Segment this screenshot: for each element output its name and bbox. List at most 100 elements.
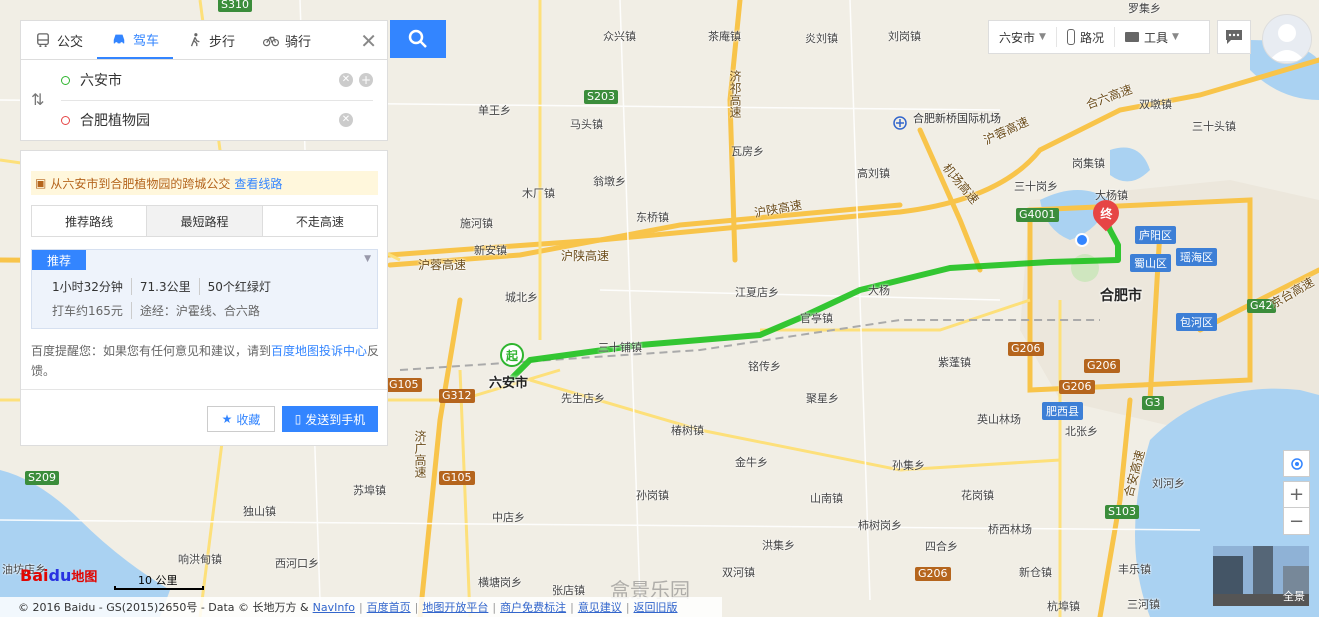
city-selector[interactable]: 六安市 ▼ [989, 27, 1057, 47]
map-place: 新仓镇 [1019, 566, 1052, 579]
tab-walk-label: 步行 [209, 34, 236, 50]
complaint-center-link[interactable]: 百度地图投诉中心 [271, 344, 367, 358]
bike-icon [263, 36, 280, 47]
map-place: 刘岗镇 [888, 30, 921, 43]
tools-label: 工具 [1143, 30, 1168, 45]
route-result-card: ▣ 从六安市到合肥植物园的跨城公交 查看线路 推荐路线 最短路程 不走高速 推荐… [20, 150, 388, 446]
old-version-link[interactable]: 返回旧版 [634, 599, 678, 615]
tab-no-highway[interactable]: 不走高速 [263, 206, 377, 236]
clear-start-icon[interactable]: ✕ [339, 73, 353, 87]
end-row: 合肥植物园 ✕ [61, 100, 373, 140]
district-luyang: 庐阳区 [1135, 226, 1176, 244]
map-place: 木厂镇 [522, 187, 555, 200]
panorama-label: 全景 [1283, 590, 1305, 603]
chevron-down-icon: ▼ [1039, 32, 1046, 42]
baidu-home-link[interactable]: 百度首页 [367, 599, 411, 615]
tools-menu[interactable]: 工具 ▼ [1115, 27, 1189, 47]
search-button[interactable] [390, 20, 446, 58]
recommended-badge: 推荐 [32, 250, 86, 270]
highway-shield: G206 [1008, 342, 1044, 356]
district-baohe: 包河区 [1176, 313, 1217, 331]
tab-walk[interactable]: 步行 [173, 21, 249, 59]
route-sub: 打车约165元 途经：沪霍线、合六路 [52, 302, 268, 319]
route-summary[interactable]: 推荐 ▼ 1小时32分钟 71.3公里 50个红绿灯 打车约165元 途经：沪霍… [31, 249, 378, 329]
zoom-in-button[interactable]: + [1283, 481, 1310, 508]
map-place: 中店乡 [492, 511, 525, 524]
road-name: 沪陕高速 [561, 249, 610, 263]
zoom-out-button[interactable]: − [1283, 508, 1310, 535]
view-lines-link[interactable]: 查看线路 [234, 175, 282, 192]
map-place: 新安镇 [474, 244, 507, 257]
footer: © 2016 Baidu - GS(2015)2650号 - Data © 长地… [0, 597, 722, 617]
start-marker[interactable]: 起 [500, 343, 524, 367]
bus-tip-text: 从六安市到合肥植物园的跨城公交 [50, 176, 231, 191]
highway-shield: G206 [1059, 380, 1095, 394]
map-place: 紫蓬镇 [938, 356, 971, 369]
map-place: 三十头镇 [1192, 120, 1236, 133]
tab-bus[interactable]: 公交 [21, 21, 97, 59]
end-input[interactable]: 合肥植物园 [80, 110, 333, 130]
favorite-button[interactable]: ★ 收藏 [207, 406, 275, 432]
start-input[interactable]: 六安市 [80, 70, 333, 90]
open-platform-link[interactable]: 地图开放平台 [422, 599, 488, 615]
tab-car[interactable]: 驾车 [97, 21, 174, 59]
map-place: 瓦房乡 [731, 145, 764, 158]
navinfo-link[interactable]: NavInfo [313, 601, 355, 614]
tab-car-label: 驾车 [133, 33, 160, 49]
avatar[interactable] [1262, 14, 1312, 64]
district-shushan: 蜀山区 [1130, 254, 1171, 272]
highway-shield: G312 [439, 389, 475, 403]
map-place: 双河镇 [722, 566, 755, 579]
car-icon [113, 34, 125, 45]
route-via: 途经：沪霍线、合六路 [130, 302, 268, 319]
logo-map: 地图 [71, 570, 98, 585]
map-place: 柿树岗乡 [858, 519, 902, 532]
swap-icon[interactable]: ⇅ [31, 90, 44, 109]
route-time: 1小时32分钟 [52, 280, 123, 294]
panorama-thumbnail[interactable]: 全景 [1213, 546, 1309, 606]
locate-button[interactable] [1283, 450, 1310, 477]
end-marker-label: 终 [1099, 206, 1113, 221]
map-place: 马头镇 [570, 118, 603, 131]
bus-icon [37, 33, 49, 47]
expand-icon[interactable]: ▼ [364, 254, 371, 264]
highway-shield: S310 [218, 0, 252, 12]
logo-bai: Bai [20, 566, 49, 585]
map-place: 花岗镇 [961, 489, 994, 502]
map-place: 三十铺镇 [598, 341, 642, 354]
add-waypoint-icon[interactable]: + [359, 73, 373, 87]
bus-tip: ▣ 从六安市到合肥植物园的跨城公交 查看线路 [31, 171, 378, 195]
map-place: 三十岗乡 [1014, 180, 1058, 193]
district-feixi: 肥西县 [1042, 402, 1083, 420]
district-yaohai: 瑶海区 [1176, 248, 1217, 266]
merchant-link[interactable]: 商户免费标注 [500, 599, 566, 615]
map-place: 官亭镇 [800, 312, 833, 325]
clear-end-icon[interactable]: ✕ [339, 113, 353, 127]
feedback-link[interactable]: 意见建议 [578, 599, 622, 615]
highway-shield: G4001 [1016, 208, 1059, 222]
map-place: 双墩镇 [1139, 98, 1172, 111]
city-label: 六安市 [999, 30, 1036, 45]
traffic-light-icon [1066, 29, 1075, 45]
end-dot-icon [61, 115, 70, 125]
tab-recommended[interactable]: 推荐路线 [32, 206, 148, 236]
highway-shield: G105 [439, 471, 475, 485]
close-icon[interactable]: ✕ [360, 29, 377, 53]
highway-shield: G206 [1084, 359, 1120, 373]
walk-icon [190, 33, 200, 47]
map-place: 先生店乡 [561, 392, 605, 405]
map-place: 丰乐镇 [1118, 563, 1151, 576]
baidu-map-logo[interactable]: Baidu地图 [20, 566, 97, 585]
route-taxi: 打车约165元 [52, 304, 123, 318]
map-place: 山南镇 [810, 492, 843, 505]
send-to-phone-button[interactable]: ▯ 发送到手机 [282, 406, 378, 432]
tab-shortest[interactable]: 最短路程 [147, 206, 263, 236]
message-button[interactable] [1217, 20, 1251, 54]
map-place: 岗集镇 [1072, 157, 1105, 170]
tab-bike[interactable]: 骑行 [249, 21, 325, 59]
traffic-toggle[interactable]: 路况 [1057, 27, 1115, 47]
copyright: © 2016 Baidu - GS(2015)2650号 - Data © 长地… [18, 601, 309, 614]
map-place: 桥西林场 [988, 523, 1032, 536]
map-place: 横塘岗乡 [478, 576, 522, 589]
start-row: 六安市 ✕ + [61, 60, 373, 101]
